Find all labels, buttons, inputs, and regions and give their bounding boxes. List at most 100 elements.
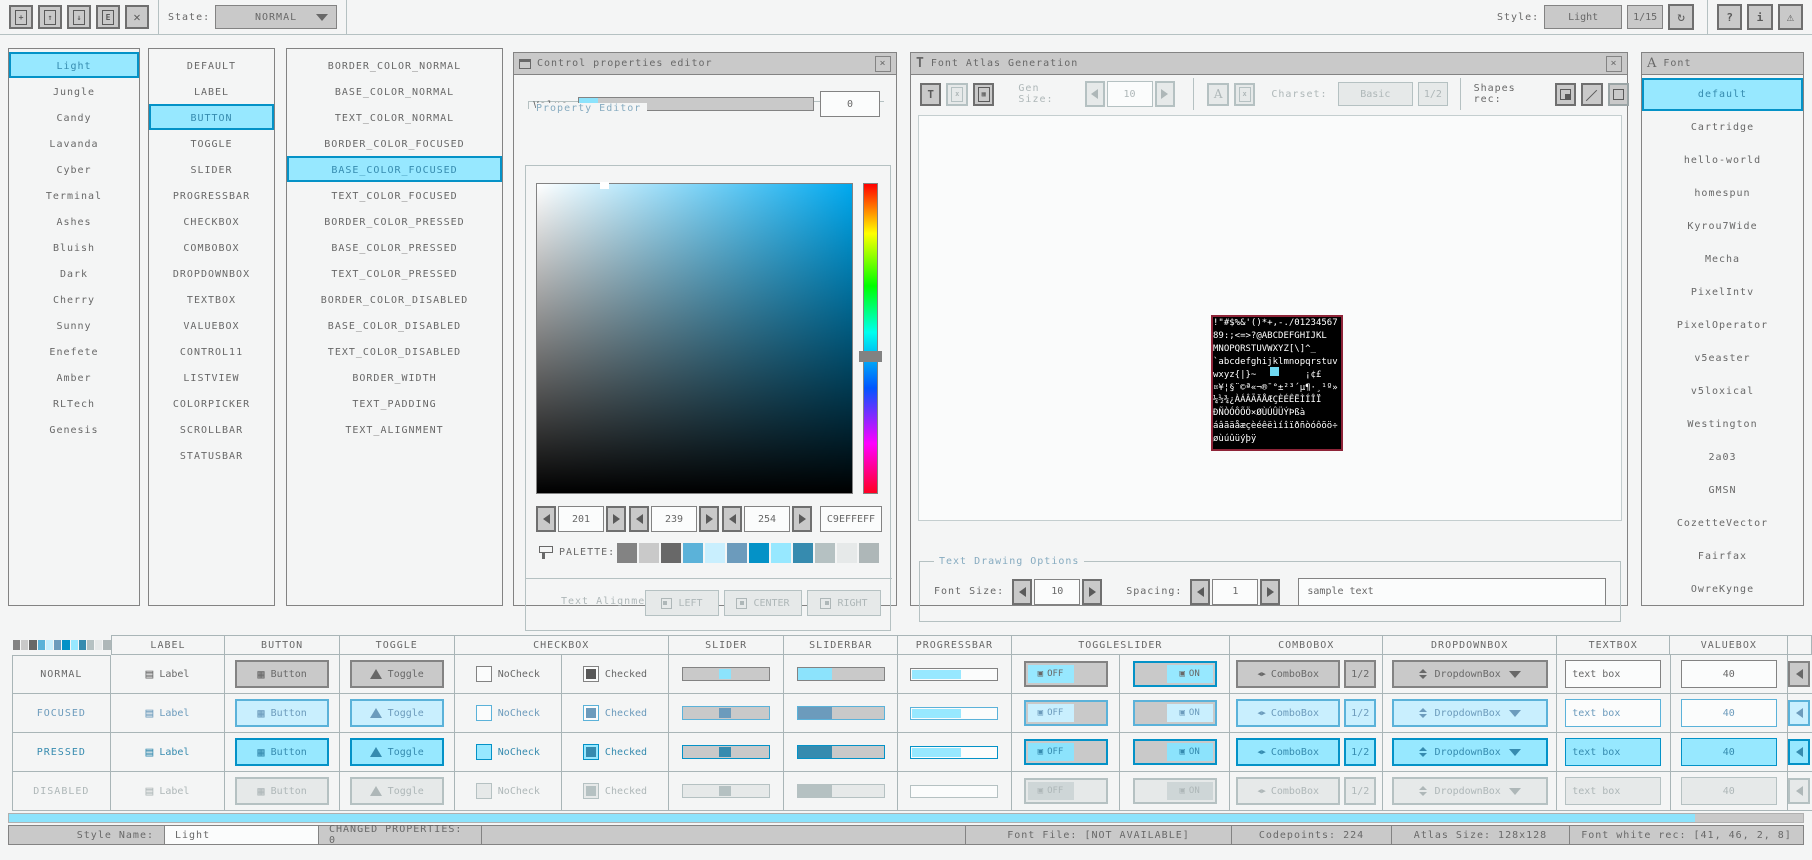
checkbox-checked[interactable] <box>583 744 599 760</box>
textbox-preview[interactable]: text box <box>1565 777 1661 805</box>
palette-swatch[interactable] <box>793 543 813 563</box>
style-list-item[interactable]: Lavanda <box>9 130 139 156</box>
label-preview[interactable]: ▤Label <box>111 694 226 733</box>
charset-counter-button[interactable]: 1/2 <box>1418 82 1448 106</box>
spinner-decrease-button[interactable] <box>1788 661 1810 687</box>
dropdownbox-preview[interactable]: DropdownBox <box>1392 660 1548 688</box>
valuebox-preview[interactable]: 40 <box>1681 777 1777 805</box>
style-list-item[interactable]: Candy <box>9 104 139 130</box>
palette-swatch[interactable] <box>771 543 791 563</box>
font-list-item[interactable]: v5easter <box>1642 342 1803 375</box>
toggleslider-off[interactable]: ▣OFF <box>1024 661 1108 687</box>
export-atlas-image-button[interactable]: ▦ <box>973 83 994 106</box>
font-list-item[interactable]: v5loxical <box>1642 375 1803 408</box>
dropdownbox-preview[interactable]: DropdownBox <box>1392 777 1548 805</box>
dropdownbox-preview[interactable]: DropdownBox <box>1392 738 1548 766</box>
checkbox-checked[interactable] <box>583 705 599 721</box>
style-list-item[interactable]: Ashes <box>9 208 139 234</box>
combobox-counter[interactable]: 1/2 <box>1344 738 1376 766</box>
property-list-item[interactable]: BASE_COLOR_FOCUSED <box>287 156 502 182</box>
palette-swatch[interactable] <box>705 543 725 563</box>
toggleslider-off[interactable]: ▣OFF <box>1024 739 1108 765</box>
color-picker-gradient[interactable] <box>536 183 853 494</box>
checkbox-unchecked[interactable] <box>476 744 492 760</box>
property-list-item[interactable]: TEXT_COLOR_NORMAL <box>287 104 502 130</box>
property-list-item[interactable]: BORDER_COLOR_DISABLED <box>287 286 502 312</box>
font-list-item[interactable]: PixelIntv <box>1642 276 1803 309</box>
textbox-preview[interactable]: text box <box>1565 738 1661 766</box>
spinner-decrease-button[interactable] <box>1788 778 1810 804</box>
button-preview[interactable]: ▦Button <box>235 777 329 805</box>
font-list-item[interactable]: homespun <box>1642 177 1803 210</box>
valuebox-preview[interactable]: 40 <box>1681 699 1777 727</box>
button-preview[interactable]: ▦Button <box>235 699 329 727</box>
spacing-increase-button[interactable] <box>1260 579 1280 605</box>
valuebox-preview[interactable]: 40 <box>1681 660 1777 688</box>
toggleslider-on[interactable]: ▣ON <box>1133 778 1217 804</box>
toggle-preview[interactable]: Toggle <box>350 660 444 688</box>
sliderbar-preview[interactable] <box>797 706 885 720</box>
charset-font-button[interactable]: A <box>1207 83 1228 106</box>
palette-swatch[interactable] <box>859 543 879 563</box>
toggle-preview[interactable]: Toggle <box>350 699 444 727</box>
palette-swatch[interactable] <box>683 543 703 563</box>
property-list-item[interactable]: TEXT_ALIGNMENT <box>287 416 502 442</box>
green-decrease-button[interactable] <box>629 506 649 532</box>
editor-close-button[interactable]: × <box>875 56 891 72</box>
control-list-item[interactable]: DEFAULT <box>149 52 274 78</box>
valuebox-preview[interactable]: 40 <box>1681 738 1777 766</box>
combobox-counter[interactable]: 1/2 <box>1344 699 1376 727</box>
style-list-item[interactable]: Bluish <box>9 234 139 260</box>
export-style-button[interactable]: E <box>96 5 120 29</box>
control-list-item[interactable]: STATUSBAR <box>149 442 274 468</box>
sample-text-input[interactable]: sample text <box>1298 578 1606 606</box>
font-list-item[interactable]: Westington <box>1642 408 1803 441</box>
palette-swatch[interactable] <box>661 543 681 563</box>
property-list-item[interactable]: BORDER_COLOR_NORMAL <box>287 52 502 78</box>
control-list-item[interactable]: DROPDOWNBOX <box>149 260 274 286</box>
clear-font-button[interactable]: x <box>946 83 967 106</box>
toggle-preview[interactable]: Toggle <box>350 738 444 766</box>
toggleslider-off[interactable]: ▣OFF <box>1024 778 1108 804</box>
red-decrease-button[interactable] <box>536 506 556 532</box>
palette-swatch[interactable] <box>749 543 769 563</box>
style-list-item[interactable]: Cherry <box>9 286 139 312</box>
blue-increase-button[interactable] <box>792 506 812 532</box>
dropdownbox-preview[interactable]: DropdownBox <box>1392 699 1548 727</box>
toggleslider-off[interactable]: ▣OFF <box>1024 700 1108 726</box>
style-select-button[interactable]: Light <box>1544 5 1622 29</box>
hue-slider-handle[interactable] <box>859 351 882 362</box>
spinner-decrease-button[interactable] <box>1788 700 1810 726</box>
charset-clear-button[interactable]: x <box>1234 83 1255 106</box>
sliderbar-preview[interactable] <box>797 784 885 798</box>
style-list-item[interactable]: Jungle <box>9 78 139 104</box>
property-list-item[interactable]: TEXT_COLOR_PRESSED <box>287 260 502 286</box>
reload-style-button[interactable]: ↻ <box>1668 4 1694 30</box>
property-list-item[interactable]: BORDER_WIDTH <box>287 364 502 390</box>
spinner-decrease-button[interactable] <box>1788 739 1810 765</box>
slider-preview[interactable] <box>682 667 770 681</box>
help-button[interactable]: ? <box>1717 4 1742 30</box>
font-list-item[interactable]: default <box>1642 78 1803 111</box>
gen-size-decrease-button[interactable] <box>1085 81 1105 107</box>
control-list-item[interactable]: COMBOBOX <box>149 234 274 260</box>
shapes-line-button[interactable] <box>1581 83 1602 106</box>
toggle-preview[interactable]: Toggle <box>350 777 444 805</box>
font-list-item[interactable]: CozetteVector <box>1642 507 1803 540</box>
combobox-counter[interactable]: 1/2 <box>1344 660 1376 688</box>
color-picker-marker[interactable] <box>600 182 609 189</box>
font-list-item[interactable]: Mecha <box>1642 243 1803 276</box>
combobox-preview[interactable]: ◀▶ComboBox <box>1236 777 1340 805</box>
textbox-preview[interactable]: text box <box>1565 660 1661 688</box>
toggleslider-on[interactable]: ▣ON <box>1133 661 1217 687</box>
new-style-button[interactable]: + <box>9 5 33 29</box>
property-list-item[interactable]: TEXT_COLOR_FOCUSED <box>287 182 502 208</box>
atlas-canvas[interactable]: !"#$%&'()*+,-./0123456789:;<=>?@ABCDEFGH… <box>918 115 1622 521</box>
property-list-item[interactable]: BASE_COLOR_NORMAL <box>287 78 502 104</box>
font-list-item[interactable]: OwreKynge <box>1642 573 1803 606</box>
font-size-decrease-button[interactable] <box>1012 579 1032 605</box>
hue-bar[interactable] <box>863 183 878 494</box>
slider-preview[interactable] <box>682 745 770 759</box>
spacing-decrease-button[interactable] <box>1190 579 1210 605</box>
horizontal-scrollbar[interactable] <box>8 813 1804 823</box>
